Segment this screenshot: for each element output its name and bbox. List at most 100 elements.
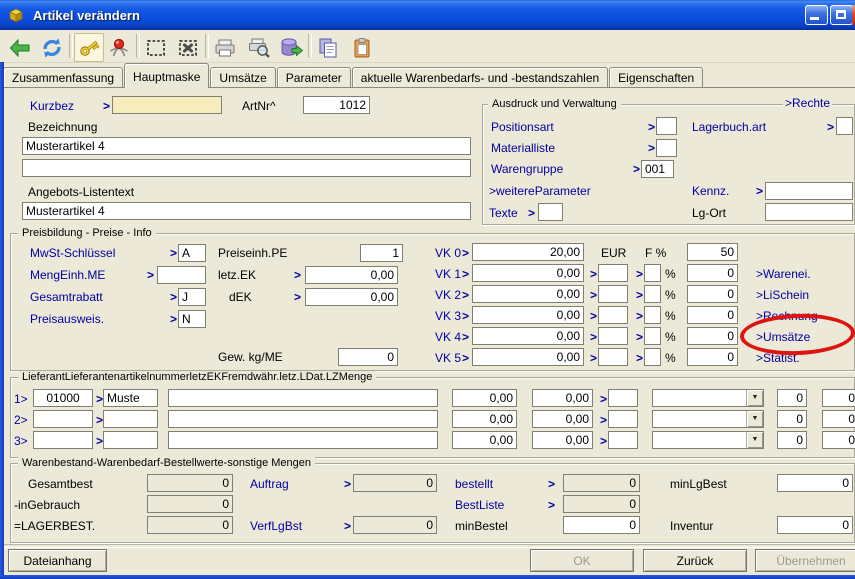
artnr-input[interactable] — [303, 96, 370, 114]
mengeinh-label[interactable]: MengEinh.ME — [30, 268, 105, 282]
print-button[interactable] — [210, 33, 240, 62]
vk3-pct-input[interactable] — [687, 306, 738, 324]
refresh-button[interactable] — [37, 33, 67, 62]
preisausweis-label[interactable]: Preisausweis. — [30, 312, 104, 326]
kennz-label[interactable]: Kennz. — [692, 184, 729, 198]
kurzbez-input[interactable] — [112, 96, 222, 114]
lieferant3-artnr-input[interactable] — [168, 431, 438, 449]
vk2-label[interactable]: VK 2 — [435, 288, 461, 302]
gesamtrabatt-label[interactable]: Gesamtrabatt — [30, 290, 103, 304]
lieferant3-lz-input[interactable] — [777, 431, 807, 449]
key-button[interactable] — [74, 33, 104, 62]
mengeinh-input[interactable] — [157, 266, 206, 284]
lieferant3-label[interactable]: 3> — [14, 434, 28, 448]
positionsart-label[interactable]: Positionsart — [491, 120, 554, 134]
lieferant3-ldat-input[interactable] — [608, 431, 638, 449]
vk4-aux2-input[interactable] — [644, 327, 661, 345]
bestliste-label[interactable]: BestListe — [455, 498, 504, 512]
database-export-button[interactable] — [276, 33, 306, 62]
inventur-input[interactable] — [777, 516, 853, 534]
positionsart-input[interactable] — [656, 117, 677, 135]
rechte-link[interactable]: >Rechte — [783, 96, 832, 110]
materialliste-label[interactable]: Materialliste — [491, 141, 555, 155]
lieferant3-ek-input[interactable] — [452, 431, 517, 449]
minimize-button[interactable] — [805, 5, 828, 25]
vk0-label[interactable]: VK 0 — [435, 246, 461, 260]
kennz-input[interactable] — [765, 182, 853, 200]
auftrag-label[interactable]: Auftrag — [250, 477, 289, 491]
texte-label[interactable]: Texte — [489, 206, 518, 220]
lieferant2-menge-input[interactable] — [822, 410, 855, 428]
dateianhang-button[interactable]: Dateianhang — [8, 549, 107, 572]
minlgbest-input[interactable] — [777, 474, 853, 492]
lischein-link[interactable]: >LiSchein — [756, 288, 809, 302]
vk2-aux1-input[interactable] — [598, 285, 628, 303]
warengruppe-input[interactable] — [641, 160, 674, 178]
uebernehmen-button[interactable]: Übernehmen — [755, 549, 855, 572]
warengruppe-label[interactable]: Warengruppe — [491, 162, 563, 176]
lieferant3-fremd-input[interactable] — [532, 431, 593, 449]
vk1-label[interactable]: VK 1 — [435, 267, 461, 281]
lieferant2-ldat-input[interactable] — [608, 410, 638, 428]
bezeichnung2-input[interactable] — [22, 159, 471, 177]
minbestel-input[interactable] — [563, 516, 640, 534]
gew-input[interactable] — [338, 348, 398, 366]
lieferant1-fremd-input[interactable] — [532, 389, 593, 407]
chevron-down-icon[interactable]: ▼ — [746, 432, 763, 448]
vk5-aux1-input[interactable] — [598, 348, 628, 366]
vk1-input[interactable] — [472, 264, 584, 282]
texte-input[interactable] — [538, 203, 563, 221]
bestellt-label[interactable]: bestellt — [455, 477, 493, 491]
tab-zusammenfassung[interactable]: Zusammenfassung — [3, 67, 123, 87]
angebots-listentext-input[interactable] — [22, 202, 471, 220]
letzek-input[interactable] — [305, 266, 398, 284]
vk4-label[interactable]: VK 4 — [435, 330, 461, 344]
lieferant1-name-input[interactable] — [103, 389, 158, 407]
vk5-label[interactable]: VK 5 — [435, 351, 461, 365]
vk2-pct-input[interactable] — [687, 285, 738, 303]
lieferant3-menge-input[interactable] — [822, 431, 855, 449]
weitere-parameter-link[interactable]: >weitereParameter — [489, 184, 591, 198]
vk1-aux2-input[interactable] — [644, 264, 661, 282]
tab-eigenschaften[interactable]: Eigenschaften — [609, 67, 703, 87]
zurueck-button[interactable]: Zurück — [643, 549, 747, 572]
lieferant3-nr-input[interactable] — [33, 431, 93, 449]
lieferant2-nr-input[interactable] — [33, 410, 93, 428]
vk4-input[interactable] — [472, 327, 584, 345]
vk3-aux1-input[interactable] — [598, 306, 628, 324]
vk1-aux1-input[interactable] — [598, 264, 628, 282]
lieferant1-menge-input[interactable] — [822, 389, 855, 407]
vk3-input[interactable] — [472, 306, 584, 324]
selection-box-button[interactable] — [141, 33, 171, 62]
vk1-pct-input[interactable] — [687, 264, 738, 282]
mwst-input[interactable] — [178, 244, 206, 262]
delete-selection-button[interactable] — [173, 33, 203, 62]
lieferant1-nr-input[interactable] — [33, 389, 93, 407]
gesamtrabatt-input[interactable] — [178, 288, 206, 306]
lieferant2-ek-input[interactable] — [452, 410, 517, 428]
vk5-input[interactable] — [472, 348, 584, 366]
mwst-label[interactable]: MwSt-Schlüssel — [30, 246, 115, 260]
paste-button[interactable] — [347, 33, 377, 62]
vk2-input[interactable] — [472, 285, 584, 303]
lieferant1-ek-input[interactable] — [452, 389, 517, 407]
maximize-button[interactable] — [830, 5, 853, 25]
tab-umsaetze[interactable]: Umsätze — [210, 67, 275, 87]
back-button[interactable] — [5, 33, 35, 62]
pin-button[interactable] — [104, 33, 134, 62]
lieferant1-label[interactable]: 1> — [14, 392, 28, 406]
lieferant1-ldat-input[interactable] — [608, 389, 638, 407]
lieferant1-combo[interactable]: ▼ — [652, 389, 764, 407]
kurzbez-label[interactable]: Kurzbez — [30, 99, 74, 113]
tab-warenbedarf[interactable]: aktuelle Warenbedarfs- und -bestandszahl… — [352, 67, 608, 87]
verflgbst-label[interactable]: VerfLgBst — [250, 519, 302, 533]
preisausweis-input[interactable] — [178, 310, 206, 328]
lieferant2-label[interactable]: 2> — [14, 413, 28, 427]
vk3-aux2-input[interactable] — [644, 306, 661, 324]
lagerbuchart-input[interactable] — [836, 117, 853, 135]
chevron-down-icon[interactable]: ▼ — [746, 390, 763, 406]
bezeichnung-input[interactable] — [22, 137, 471, 155]
vk4-aux1-input[interactable] — [598, 327, 628, 345]
vk5-pct-input[interactable] — [687, 348, 738, 366]
ok-button[interactable]: OK — [530, 549, 634, 572]
